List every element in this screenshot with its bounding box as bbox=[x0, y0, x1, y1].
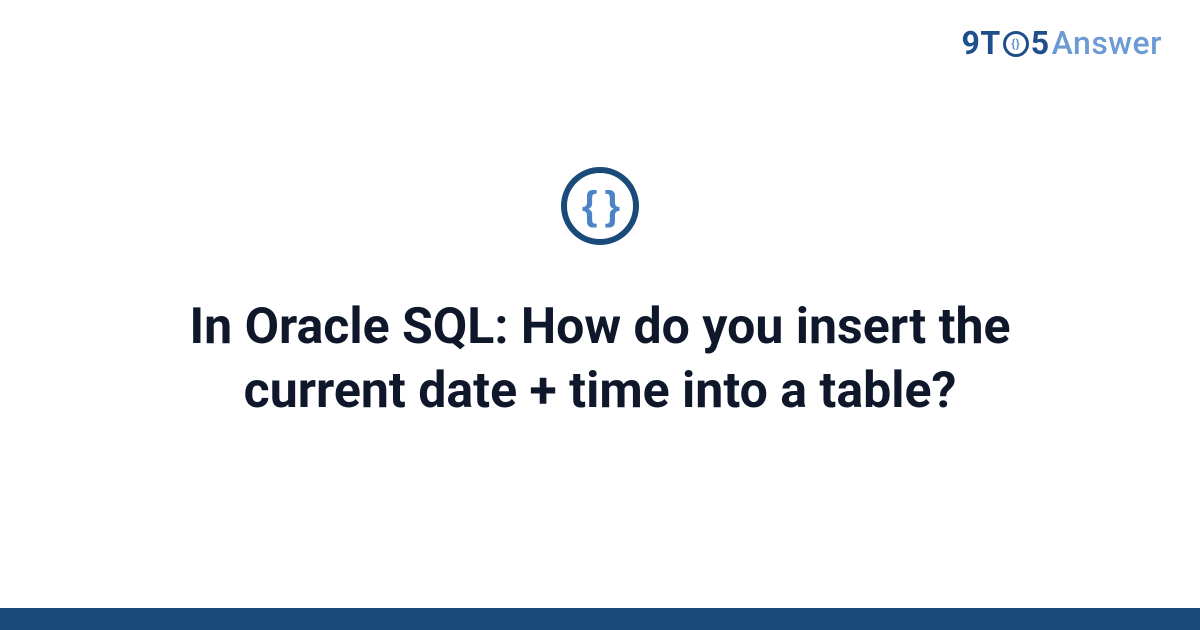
content-area: { } In Oracle SQL: How do you insert the… bbox=[0, 0, 1200, 630]
question-title: In Oracle SQL: How do you insert the cur… bbox=[90, 295, 1110, 423]
footer-bar bbox=[0, 608, 1200, 630]
braces-glyph: { } bbox=[582, 186, 618, 226]
code-braces-icon: { } bbox=[561, 167, 639, 245]
